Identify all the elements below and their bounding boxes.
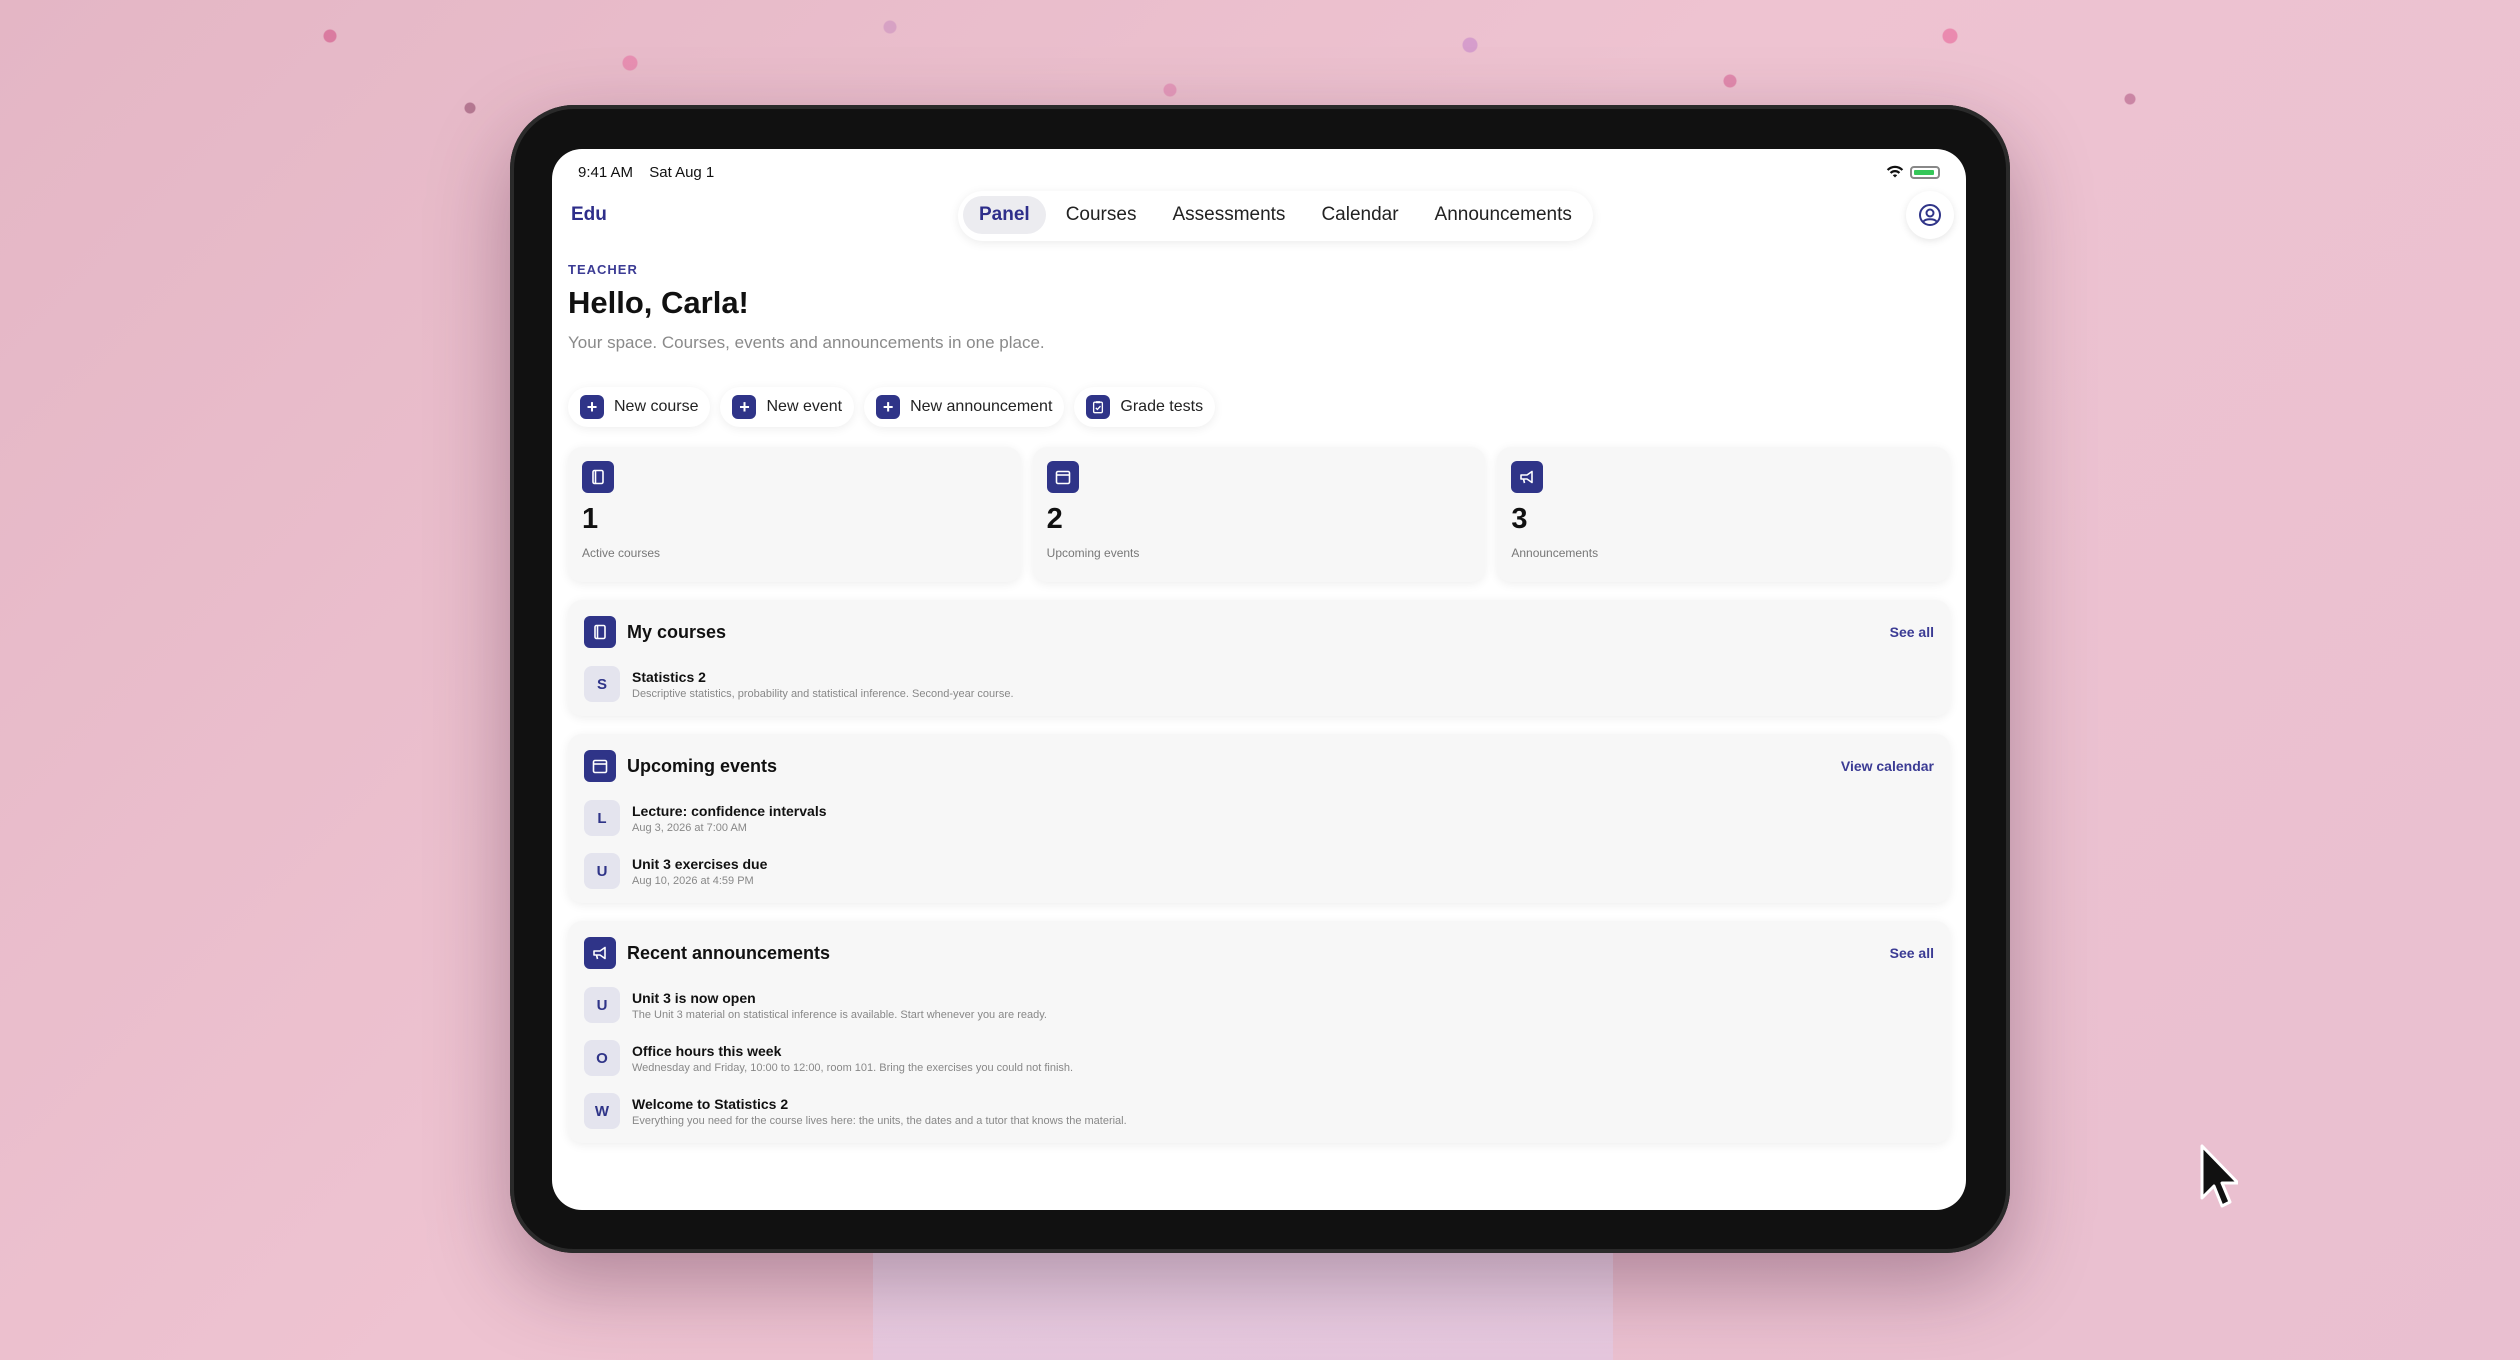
wifi-icon [1886,165,1904,178]
clipboard-check-icon [1086,395,1111,419]
new-course-button[interactable]: + New course [568,387,711,427]
item-avatar: L [584,800,620,836]
page-subtitle: Your space. Courses, events and announce… [568,333,1045,352]
my-courses-section: My courses See all S Statistics 2 Descri… [568,600,1950,716]
list-item[interactable]: S Statistics 2 Descriptive statistics, p… [584,666,1934,702]
quick-actions: + New course + New event + New announcem… [568,387,1950,427]
list-item[interactable]: L Lecture: confidence intervals Aug 3, 2… [584,800,1934,836]
list-item[interactable]: O Office hours this week Wednesday and F… [584,1040,1934,1076]
dashboard-content: TEACHER Hello, Carla! Your space. Course… [568,254,1951,1143]
battery-icon [1910,165,1940,179]
stat-label: Active courses [582,546,661,560]
list-item[interactable]: W Welcome to Statistics 2 Everything you… [584,1093,1934,1129]
stat-value: 2 [1046,503,1063,535]
calendar-icon [1046,461,1079,493]
stat-card-upcoming-events[interactable]: 2 Upcoming events [1032,447,1486,582]
item-subtitle: Everything you need for the course lives… [632,1114,1127,1127]
item-title: Statistics 2 [632,668,706,685]
see-all-announcements-link[interactable]: See all [1890,945,1934,961]
book-icon [584,616,616,648]
item-title: Unit 3 exercises due [632,855,768,872]
item-subtitle: Descriptive statistics, probability and … [632,687,1014,700]
tab-panel[interactable]: Panel [963,196,1046,234]
tab-courses[interactable]: Courses [1050,196,1153,234]
new-announcement-label: New announcement [910,398,1053,415]
new-course-label: New course [614,398,699,415]
plus-icon: + [732,395,757,419]
status-date: Sat Aug 1 [649,163,715,181]
calendar-icon [584,750,616,782]
new-event-label: New event [766,398,843,415]
section-title: Upcoming events [627,755,778,776]
tablet-screen: 9:41 AM Sat Aug 1 Edu Panel Courses Asse… [552,149,1966,1210]
item-title: Unit 3 is now open [632,989,756,1006]
status-bar: 9:41 AM Sat Aug 1 [578,157,1940,187]
user-circle-icon [1919,204,1941,226]
stat-card-announcements[interactable]: 3 Announcements [1497,447,1951,582]
plus-icon: + [580,395,604,419]
item-subtitle: Aug 10, 2026 at 4:59 PM [632,874,754,887]
list-item[interactable]: U Unit 3 exercises due Aug 10, 2026 at 4… [584,853,1934,889]
item-title: Lecture: confidence intervals [632,802,827,819]
item-subtitle: The Unit 3 material on statistical infer… [632,1008,1047,1021]
recent-announcements-section: Recent announcements See all U Unit 3 is… [568,921,1950,1143]
plus-icon: + [876,395,901,419]
view-calendar-link[interactable]: View calendar [1841,758,1934,774]
item-avatar: U [584,987,620,1023]
grade-tests-button[interactable]: Grade tests [1074,387,1216,427]
item-title: Welcome to Statistics 2 [632,1095,789,1112]
book-icon [582,461,614,493]
item-avatar: S [584,666,620,702]
tab-assessments[interactable]: Assessments [1156,196,1301,234]
stat-value: 3 [1511,503,1528,535]
new-announcement-button[interactable]: + New announcement [864,387,1065,427]
item-subtitle: Wednesday and Friday, 10:00 to 12:00, ro… [632,1061,1074,1074]
status-time: 9:41 AM [578,163,634,181]
stat-label: Announcements [1511,546,1599,560]
list-item[interactable]: U Unit 3 is now open The Unit 3 material… [584,987,1934,1023]
role-label: TEACHER [568,262,638,277]
item-avatar: W [584,1093,620,1129]
stats-row: 1 Active courses 2 Upcoming events 3 Ann… [568,447,1951,582]
brand-logo[interactable]: Edu [571,204,607,226]
stat-value: 1 [582,503,599,535]
upcoming-events-section: Upcoming events View calendar L Lecture:… [568,734,1950,903]
profile-button[interactable] [1906,191,1954,239]
stat-card-active-courses[interactable]: 1 Active courses [568,447,1021,582]
item-title: Office hours this week [632,1042,782,1059]
section-title: Recent announcements [627,942,831,963]
section-title: My courses [627,621,727,642]
mouse-cursor-icon [2200,1144,2238,1208]
page-title: Hello, Carla! [568,285,749,320]
megaphone-icon [1511,461,1544,493]
stat-label: Upcoming events [1046,546,1140,560]
tab-bar: Panel Courses Assessments Calendar Annou… [958,191,1593,241]
tab-announcements[interactable]: Announcements [1419,196,1588,234]
item-subtitle: Aug 3, 2026 at 7:00 AM [632,821,747,834]
grade-tests-label: Grade tests [1120,398,1204,415]
top-navigation: Edu Panel Courses Assessments Calendar A… [552,187,1966,245]
tab-calendar[interactable]: Calendar [1305,196,1414,234]
item-avatar: U [584,853,620,889]
new-event-button[interactable]: + New event [720,387,855,427]
see-all-courses-link[interactable]: See all [1890,624,1934,640]
item-avatar: O [584,1040,620,1076]
megaphone-icon [584,937,616,969]
background-stand [873,1240,1613,1360]
